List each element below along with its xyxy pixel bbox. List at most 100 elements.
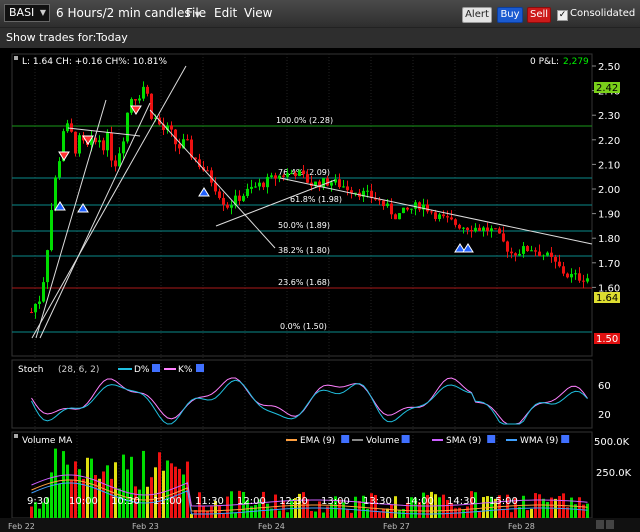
volume-legend-label: EMA (9) [300, 436, 335, 446]
price-tick-label: 2.50 [598, 62, 620, 73]
candle-body [526, 246, 529, 252]
candle-body [394, 214, 397, 220]
volume-bar [190, 513, 193, 518]
volume-bar [502, 509, 505, 518]
volume-bar [378, 512, 381, 518]
volume-bar [62, 451, 65, 518]
candle-body [554, 256, 557, 262]
volume-title: Volume MA [22, 436, 73, 446]
candle-body [106, 132, 109, 151]
volume-bar [310, 510, 313, 518]
candle-body [438, 214, 441, 219]
candle-body [458, 224, 461, 229]
panel-handle-icon[interactable] [14, 56, 18, 60]
chevron-down-icon[interactable]: ▼ [40, 5, 46, 21]
fib-level-label: 100.0% (2.28) [276, 116, 333, 125]
candle-body [74, 131, 77, 154]
candle-body [66, 123, 69, 132]
chart-area[interactable]: 100.0% (2.28)76.4% (2.09)61.8% (1.98)50.… [0, 48, 640, 532]
date-label: Feb 24 [258, 522, 285, 531]
candle-body [138, 98, 141, 101]
checkbox-icon[interactable] [152, 364, 160, 372]
time-tick-label: 10:30 [111, 496, 140, 507]
time-tick-label: 11:00 [153, 496, 182, 507]
alert-button[interactable]: Alert [462, 7, 492, 23]
candle-body [586, 278, 589, 282]
scroll-right-icon[interactable] [606, 520, 614, 529]
volume-bar [30, 506, 33, 518]
checkbox-icon[interactable] [341, 435, 350, 443]
price-tick-label: 1.70 [598, 259, 620, 270]
volume-bar [386, 508, 389, 518]
volume-bar [162, 470, 165, 518]
stoch-tick-20: 20 [598, 410, 611, 421]
date-label: Feb 23 [132, 522, 159, 531]
time-tick-label: 13:00 [321, 496, 350, 507]
candle-body [286, 173, 289, 177]
checkbox-icon[interactable] [401, 435, 410, 443]
panel-handle-icon[interactable] [14, 434, 18, 438]
volume-bar [86, 457, 89, 518]
time-tick-label: 13:30 [363, 496, 392, 507]
volume-bar [58, 483, 61, 518]
candle-body [38, 301, 41, 304]
candle-body [54, 177, 57, 211]
volume-bar [394, 496, 397, 518]
candle-body [186, 139, 189, 141]
volume-bar [522, 495, 525, 518]
period-selector[interactable]: 6 Hours/2 min candles ▼ [56, 6, 201, 20]
candle-body [478, 227, 481, 231]
toolbar: BASI ▼ 6 Hours/2 min candles ▼ File Edit… [0, 0, 640, 28]
scroll-left-icon[interactable] [596, 520, 604, 529]
sell-button[interactable]: Sell [527, 7, 551, 23]
volume-bar [530, 508, 533, 518]
volume-bar [226, 496, 229, 518]
candle-body [262, 182, 265, 188]
candle-body [502, 233, 505, 242]
candle-body [574, 273, 577, 275]
candle-body [294, 173, 297, 177]
candle-body [30, 312, 33, 313]
candle-body [34, 303, 37, 313]
menu-view[interactable]: View [244, 6, 272, 20]
candle-body [454, 219, 457, 225]
stoch-tick-60: 60 [598, 381, 611, 392]
time-tick-label: 9:30 [27, 496, 49, 507]
candle-body [110, 132, 113, 161]
volume-bar [438, 497, 441, 518]
menu-edit[interactable]: Edit [214, 6, 237, 20]
menu-file[interactable]: File [186, 6, 206, 20]
checkbox-icon[interactable] [487, 435, 496, 443]
period-text: 6 Hours/2 min candles [56, 6, 191, 20]
time-tick-label: 14:30 [447, 496, 476, 507]
show-trades-value[interactable]: Today [96, 31, 128, 44]
volume-bar [158, 452, 161, 518]
checkbox-icon[interactable] [561, 435, 570, 443]
fib-level-label: 23.6% (1.68) [278, 278, 330, 287]
consolidated-toggle[interactable]: ✓ Consolidated [557, 8, 635, 21]
symbol-input[interactable]: BASI ▼ [4, 4, 50, 22]
candle-body [206, 170, 209, 172]
candle-body [470, 230, 473, 232]
candle-body [342, 186, 345, 188]
volume-bar [442, 494, 445, 518]
price-tick-label: 2.00 [598, 185, 620, 196]
fib-level-label: 50.0% (1.89) [278, 221, 330, 230]
candle-body [462, 227, 465, 229]
volume-bar [510, 512, 513, 518]
trades-filter-bar: Show trades for: Today [0, 28, 640, 48]
buy-button[interactable]: Buy [497, 7, 523, 23]
candle-body [546, 252, 549, 256]
volume-bar [558, 496, 561, 518]
checkbox-icon[interactable]: ✓ [557, 10, 568, 21]
volume-bar [210, 506, 213, 518]
candle-body [126, 112, 129, 142]
volume-bar [534, 493, 537, 518]
candle-body [282, 175, 285, 177]
candle-body [146, 86, 149, 94]
candle-body [114, 160, 117, 167]
checkbox-icon[interactable] [196, 364, 204, 372]
volume-bar [346, 509, 349, 518]
price-tick-label: 2.10 [598, 160, 620, 171]
candle-body [450, 217, 453, 220]
